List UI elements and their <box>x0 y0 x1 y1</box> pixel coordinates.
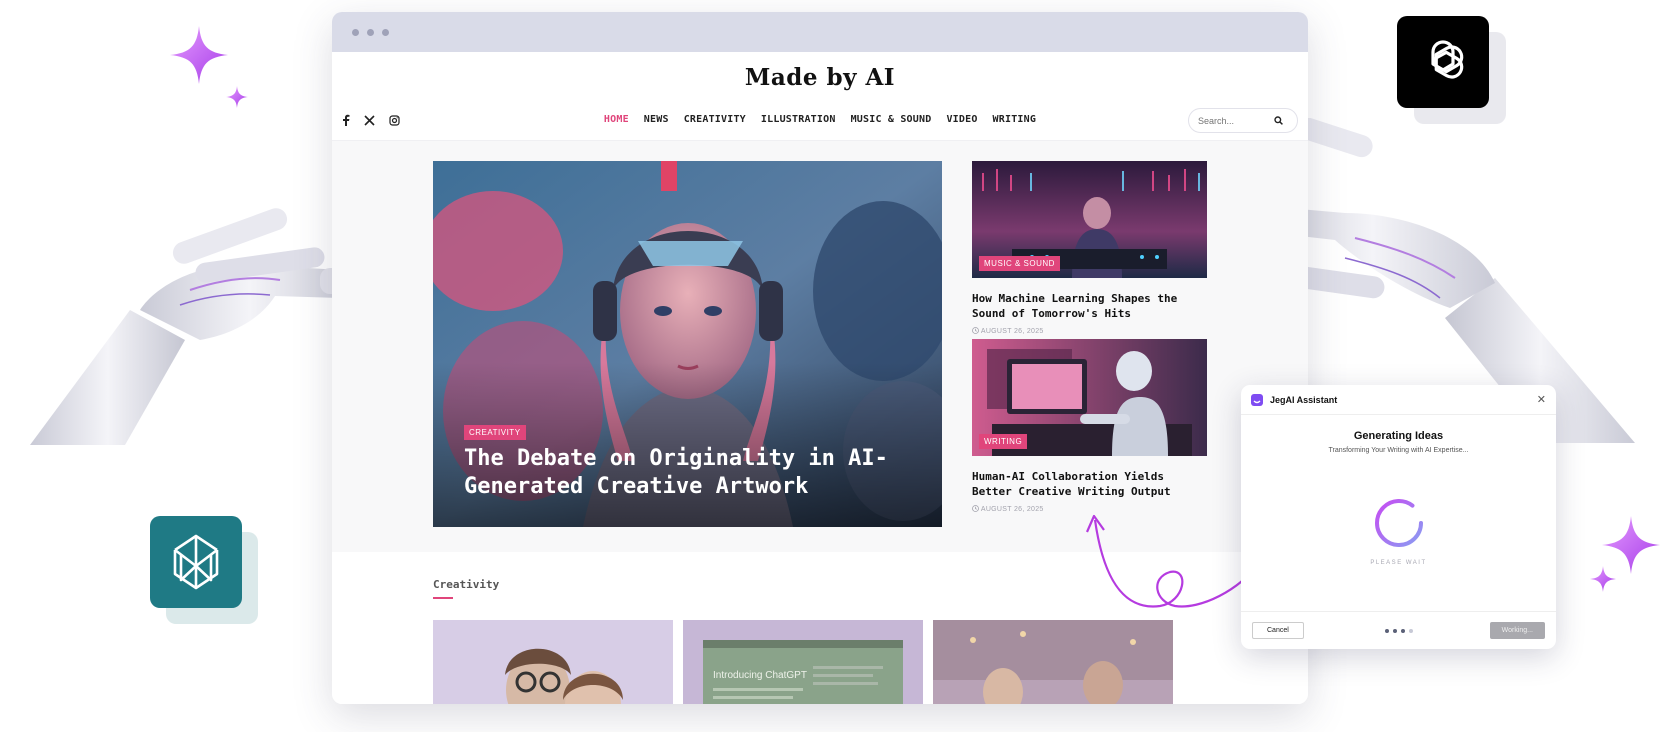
section-underline <box>433 597 453 599</box>
nav-home[interactable]: HOME <box>604 114 629 125</box>
window-dot[interactable] <box>382 28 389 36</box>
nav-video[interactable]: VIDEO <box>946 114 977 125</box>
category-badge[interactable]: CREATIVITY <box>464 425 526 440</box>
site-logo[interactable]: Made by AI <box>332 64 1308 91</box>
assistant-footer: Cancel Working... <box>1241 611 1556 649</box>
cafe-people-image <box>933 620 1173 704</box>
assistant-subtitle: Transforming Your Writing with AI Expert… <box>1328 447 1469 454</box>
clock-icon <box>972 505 979 512</box>
sparkle-icon <box>1590 566 1616 592</box>
section-title[interactable]: Creativity <box>433 578 499 591</box>
featured-area: CREATIVITY The Debate on Originality in … <box>332 140 1308 552</box>
category-post-card[interactable] <box>433 620 673 704</box>
nav-music-sound[interactable]: MUSIC & SOUND <box>851 114 932 125</box>
chatgpt-screen-image: Introducing ChatGPT <box>683 620 923 704</box>
please-wait-label: PLEASE WAIT <box>1370 560 1427 566</box>
window-dot[interactable] <box>367 28 374 36</box>
post-date-text: AUGUST 26, 2025 <box>980 506 1044 513</box>
category-post-card[interactable] <box>933 620 1173 704</box>
post-title[interactable]: Human-AI Collaboration Yields Better Cre… <box>972 469 1207 499</box>
post-date: AUGUST 26, 2025 <box>972 327 1207 335</box>
jegai-logo-icon <box>1251 393 1263 406</box>
site-header: Made by AI <box>332 52 1308 104</box>
category-post-card[interactable]: Introducing ChatGPT <box>683 620 923 704</box>
sparkle-icon <box>170 26 228 84</box>
post-thumbnail[interactable]: WRITING <box>972 339 1207 456</box>
nav-illustration[interactable]: ILLUSTRATION <box>761 114 836 125</box>
cartoon-couple-image <box>433 620 673 704</box>
browser-title-bar <box>332 12 1308 52</box>
perplexity-icon <box>173 534 219 590</box>
nav-news[interactable]: NEWS <box>644 114 669 125</box>
openai-icon <box>1431 40 1464 79</box>
post-date-text: AUGUST 26, 2025 <box>980 328 1044 335</box>
window-dot[interactable] <box>352 28 359 36</box>
post-thumbnail[interactable]: MUSIC & SOUND <box>972 161 1207 278</box>
category-badge[interactable]: MUSIC & SOUND <box>979 256 1060 271</box>
close-icon[interactable]: ✕ <box>1537 393 1546 406</box>
assistant-heading: Generating Ideas <box>1353 430 1444 442</box>
search-icon[interactable] <box>1274 116 1283 125</box>
post-title[interactable]: How Machine Learning Shapes the Sound of… <box>972 291 1207 321</box>
side-post[interactable]: MUSIC & SOUND How Machine Learning Shape… <box>972 161 1207 335</box>
assistant-title: JegAI Assistant <box>1270 394 1338 405</box>
nav-writing[interactable]: WRITING <box>993 114 1037 125</box>
card-screen-text: Introducing ChatGPT <box>713 670 807 681</box>
working-button[interactable]: Working... <box>1489 622 1545 639</box>
assistant-header: JegAI Assistant ✕ <box>1241 385 1556 415</box>
hero-post[interactable]: CREATIVITY The Debate on Originality in … <box>433 161 942 527</box>
category-badge[interactable]: WRITING <box>979 434 1028 449</box>
hero-title[interactable]: The Debate on Originality in AI-Generate… <box>464 445 924 501</box>
cancel-button[interactable]: Cancel <box>1252 622 1304 639</box>
nav-creativity[interactable]: CREATIVITY <box>684 114 746 125</box>
search-box <box>1188 108 1298 133</box>
openai-app-tile[interactable] <box>1397 16 1489 108</box>
spinner-icon <box>1375 499 1423 547</box>
site-nav: HOME NEWS CREATIVITY ILLUSTRATION MUSIC … <box>332 104 1308 140</box>
side-post[interactable]: WRITING Human-AI Collaboration Yields Be… <box>972 339 1207 513</box>
search-input[interactable] <box>1198 115 1274 126</box>
main-menu: HOME NEWS CREATIVITY ILLUSTRATION MUSIC … <box>332 114 1308 125</box>
sparkle-icon <box>226 86 248 108</box>
clock-icon <box>972 327 979 334</box>
jegai-assistant-panel: JegAI Assistant ✕ Generating Ideas Trans… <box>1241 385 1556 649</box>
perplexity-app-tile[interactable] <box>150 516 242 608</box>
curved-arrow <box>1085 514 1267 608</box>
promo-stage: Made by AI HOME NEWS CREATIVITY ILLUSTRA… <box>0 0 1666 732</box>
step-indicator <box>1385 629 1413 633</box>
